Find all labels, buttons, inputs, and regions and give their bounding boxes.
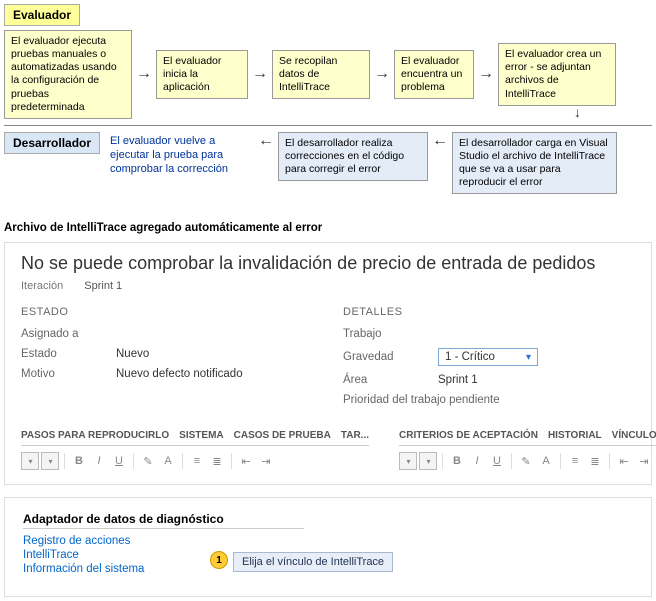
evaluator-flow-row: El evaluador ejecuta pruebas manuales o … [4,30,652,119]
flow-step: El evaluador ejecuta pruebas manuales o … [4,30,132,119]
flow-step: El evaluador inicia la aplicación [156,50,248,99]
tab-acceptance[interactable]: CRITERIOS DE ACEPTACIÓN [399,430,538,441]
font-size-button[interactable] [41,452,59,470]
separator [64,453,65,469]
details-column: DETALLES Trabajo Gravedad 1 - Crítico ▾ … [343,306,635,414]
highlight-button[interactable]: ✎ [139,452,157,470]
arrow-left-icon: ← [258,132,274,150]
bullets-button[interactable]: ≡ [188,452,206,470]
font-size-button[interactable] [419,452,437,470]
tab-repro[interactable]: PASOS PARA REPRODUCIRLO [21,430,169,441]
arrow-right-icon: → [136,65,152,83]
state-label: Estado [21,348,116,360]
indent-button[interactable]: ⇥ [257,452,275,470]
tab-links[interactable]: VÍNCULOS [612,430,656,441]
outdent-button[interactable]: ⇤ [237,452,255,470]
workflow-diagram: Evaluador El evaluador ejecuta pruebas m… [4,4,652,216]
state-column: ESTADO Asignado a Estado Nuevo Motivo Nu… [21,306,313,414]
tab-history[interactable]: HISTORIAL [548,430,602,441]
separator [4,125,652,126]
italic-button[interactable]: I [468,452,486,470]
separator [182,453,183,469]
iteration-label: Iteración [21,280,63,292]
state-section-header: ESTADO [21,306,313,318]
role-evaluator-label: Evaluador [4,4,80,26]
arrow-right-icon: → [252,65,268,83]
separator [442,453,443,469]
arrow-right-icon: → [478,65,494,83]
link-action-log[interactable]: Registro de acciones [23,535,633,547]
state-value[interactable]: Nuevo [116,348,149,360]
outdent-button[interactable]: ⇤ [615,452,633,470]
attachments-panel: Adaptador de datos de diagnóstico Regist… [4,497,652,597]
flow-step: El evaluador crea un error - se adjuntan… [498,43,616,106]
arrow-up-icon: ↓ [574,104,581,120]
callout-text: Elija el vínculo de IntelliTrace [233,552,393,572]
reason-label: Motivo [21,368,116,380]
work-label: Trabajo [343,328,438,340]
text-color-button[interactable]: A [159,452,177,470]
separator [231,453,232,469]
assigned-label: Asignado a [21,328,116,340]
tab-testcases[interactable]: CASOS DE PRUEBA [234,430,331,441]
arrow-left-icon: ← [432,132,448,150]
severity-value: 1 - Crítico [445,351,495,363]
details-section-header: DETALLES [343,306,635,318]
font-color-button[interactable] [21,452,39,470]
flow-step: El desarrollador carga en Visual Studio … [452,132,617,195]
iteration-row: Iteración Sprint 1 [21,280,635,292]
bug-form: No se puede comprobar la invalidación de… [4,242,652,485]
numbering-button[interactable]: ≣ [586,452,604,470]
numbering-button[interactable]: ≣ [208,452,226,470]
bold-button[interactable]: B [448,452,466,470]
area-label: Área [343,374,438,386]
underline-button[interactable]: U [110,452,128,470]
highlight-button[interactable]: ✎ [517,452,535,470]
separator [609,453,610,469]
flow-step: El desarrollador realiza correcciones en… [278,132,428,181]
reason-value[interactable]: Nuevo defecto notificado [116,368,243,380]
editor-toolbar-right: B I U ✎ A ≡ ≣ ⇤ ⇥ [399,446,656,476]
bold-button[interactable]: B [70,452,88,470]
attachments-title: Adaptador de datos de diagnóstico [23,512,304,529]
chevron-down-icon: ▾ [526,352,531,363]
iteration-value: Sprint 1 [84,280,122,292]
severity-select[interactable]: 1 - Crítico ▾ [438,348,538,366]
tab-more[interactable]: TAR... [341,430,369,441]
bug-title: No se puede comprobar la invalidación de… [21,253,635,274]
separator [560,453,561,469]
arrow-right-icon: → [374,65,390,83]
separator [133,453,134,469]
tab-system[interactable]: SISTEMA [179,430,223,441]
text-color-button[interactable]: A [537,452,555,470]
underline-button[interactable]: U [488,452,506,470]
priority-label: Prioridad del trabajo pendiente [343,394,500,406]
diagram-caption: Archivo de IntelliTrace agregado automát… [4,222,652,234]
italic-button[interactable]: I [90,452,108,470]
area-value[interactable]: Sprint 1 [438,374,478,386]
severity-label: Gravedad [343,351,438,363]
indent-button[interactable]: ⇥ [635,452,653,470]
bullets-button[interactable]: ≡ [566,452,584,470]
font-color-button[interactable] [399,452,417,470]
retest-note: El evaluador vuelve a ejecutar la prueba… [104,132,254,179]
flow-step: El evaluador encuentra un problema [394,50,474,99]
role-developer-label: Desarrollador [4,132,100,154]
developer-flow-row: Desarrollador El evaluador vuelve a ejec… [4,132,652,195]
separator [511,453,512,469]
flow-step: Se recopilan datos de IntelliTrace [272,50,370,99]
right-tabs: CRITERIOS DE ACEPTACIÓN HISTORIAL VÍNCUL… [399,430,656,446]
left-tabs: PASOS PARA REPRODUCIRLO SISTEMA CASOS DE… [21,430,369,446]
editor-toolbar-left: B I U ✎ A ≡ ≣ ⇤ ⇥ [21,446,369,476]
